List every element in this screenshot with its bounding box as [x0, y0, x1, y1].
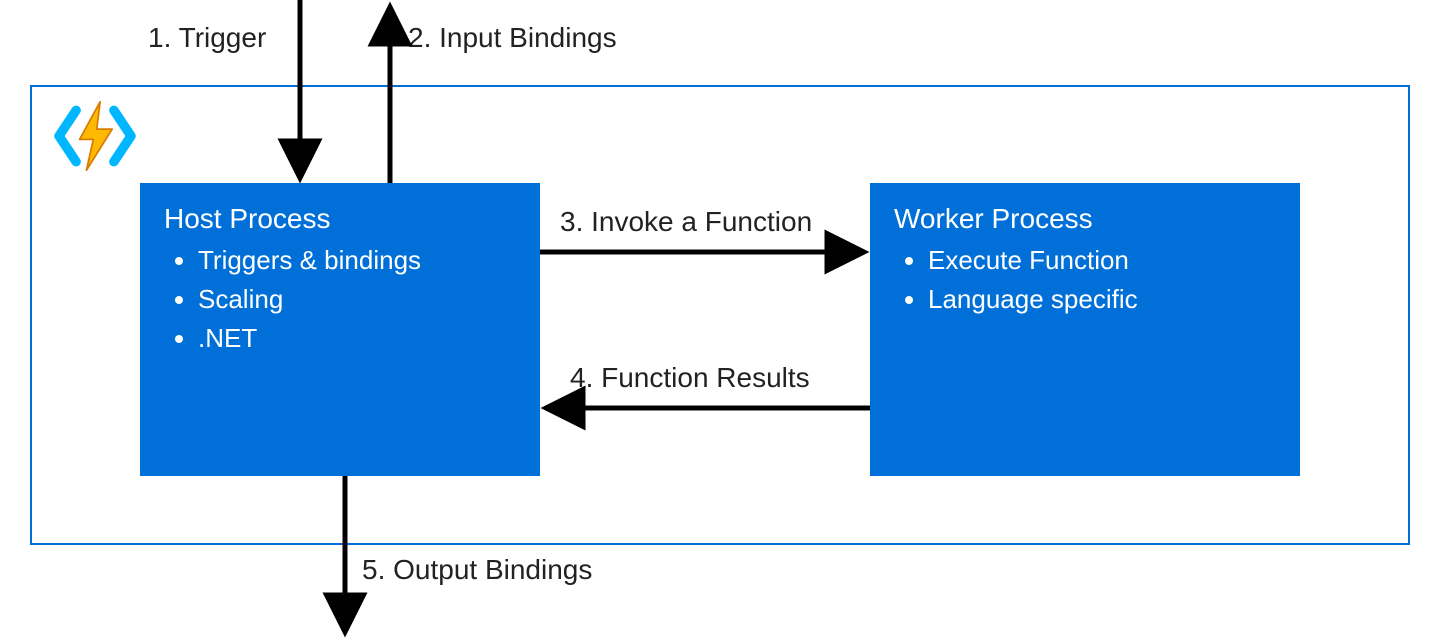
- worker-item-0: Execute Function: [928, 241, 1276, 280]
- label-results: 4. Function Results: [570, 362, 810, 394]
- worker-process-title: Worker Process: [894, 203, 1276, 235]
- label-output-bindings: 5. Output Bindings: [362, 554, 592, 586]
- host-process-title: Host Process: [164, 203, 516, 235]
- host-item-2: .NET: [198, 319, 516, 358]
- host-item-0: Triggers & bindings: [198, 241, 516, 280]
- host-process-box: Host Process Triggers & bindings Scaling…: [140, 183, 540, 476]
- label-invoke: 3. Invoke a Function: [560, 206, 812, 238]
- worker-process-box: Worker Process Execute Function Language…: [870, 183, 1300, 476]
- diagram-stage: Host Process Triggers & bindings Scaling…: [0, 0, 1441, 639]
- azure-functions-icon: [52, 100, 138, 172]
- host-item-1: Scaling: [198, 280, 516, 319]
- worker-item-1: Language specific: [928, 280, 1276, 319]
- label-trigger: 1. Trigger: [148, 22, 266, 54]
- host-process-list: Triggers & bindings Scaling .NET: [164, 241, 516, 358]
- worker-process-list: Execute Function Language specific: [894, 241, 1276, 319]
- label-input-bindings: 2. Input Bindings: [408, 22, 617, 54]
